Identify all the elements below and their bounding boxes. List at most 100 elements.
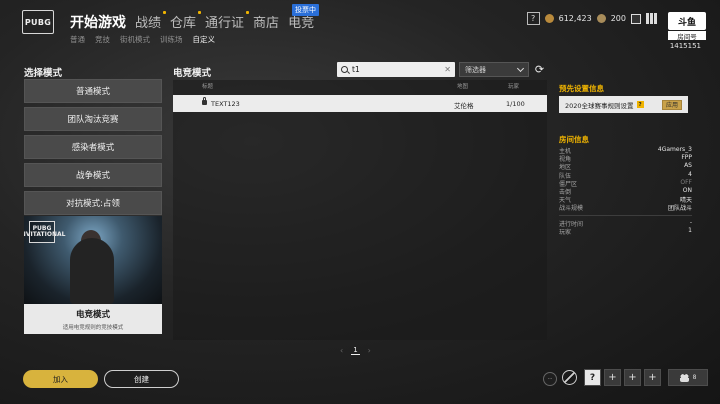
info-row: 玩家 1 <box>559 226 692 236</box>
info-row: 进行时间 - <box>559 218 692 228</box>
info-value: ON <box>682 186 692 194</box>
squad-invite-slot[interactable]: + <box>604 369 621 386</box>
room-label: 房间号 <box>668 31 706 41</box>
info-row: 击倒 ON <box>559 186 692 196</box>
promo-character <box>70 238 114 304</box>
g-coin-amount: 200 <box>610 14 626 23</box>
sub-nav-item[interactable]: 竞技 <box>95 34 110 45</box>
apply-button[interactable]: 应用 <box>661 99 682 110</box>
g-coin-icon <box>596 14 606 23</box>
table-row[interactable]: TEXT123 艾伦格 1/100 <box>173 95 547 112</box>
info-key: 战斗规模 <box>559 205 584 213</box>
help-icon[interactable]: ? <box>526 12 540 25</box>
room-info-list: 主机 4Gamers_3 视角 FPP 地区 AS 队伍 4 僵尸区 OFF 击倒 ON 天气 晴天 战斗规… <box>559 146 692 236</box>
main-nav-item[interactable]: 开始游戏 <box>70 12 126 32</box>
next-page-button[interactable]: › <box>368 346 371 355</box>
top-right-status: ? 612,423 200 <box>526 12 658 25</box>
info-value: 1 <box>688 226 692 234</box>
info-divider <box>559 214 692 216</box>
notification-dot <box>246 11 250 14</box>
filter-label: 筛选器 <box>465 65 486 74</box>
info-value: FPP <box>681 154 692 162</box>
preset-value: 2020全球赛事规则设置 <box>565 101 634 110</box>
pager: ‹ 1 › <box>340 346 371 355</box>
search-box[interactable]: ✕ <box>337 62 455 77</box>
prev-page-button[interactable]: ‹ <box>340 346 343 355</box>
sub-nav-item[interactable]: 街机模式 <box>120 34 150 45</box>
search-icon <box>341 66 348 73</box>
mode-button[interactable]: 对抗模式:占领 <box>24 191 162 215</box>
center-title: 电竞模式 <box>173 68 212 79</box>
main-nav: 开始游戏 战绩 仓库 通行证 商店 电竞 <box>70 11 314 32</box>
info-value: AS <box>684 162 692 170</box>
friends-button[interactable]: 8 <box>668 369 708 386</box>
join-button[interactable]: 加入 <box>23 370 98 388</box>
lock-icon <box>202 97 207 105</box>
room-number: 1415151 <box>669 42 701 50</box>
info-row: 天气 晴天 <box>559 195 692 204</box>
create-button[interactable]: 创建 <box>104 370 179 388</box>
info-value: OFF <box>680 178 692 186</box>
people-icon <box>679 373 689 382</box>
current-page[interactable]: 1 <box>351 346 360 355</box>
squad-slot-self[interactable]: ? <box>584 369 601 386</box>
menu-grid-icon[interactable] <box>646 13 658 24</box>
main-nav-item[interactable]: 仓库 <box>170 11 202 31</box>
mode-button[interactable]: 感染者模式 <box>24 135 162 159</box>
mode-button[interactable]: 战争模式 <box>24 163 162 187</box>
squad-invite-slot[interactable]: + <box>624 369 641 386</box>
main-nav-item[interactable]: 战绩 <box>135 11 167 31</box>
info-row: 视角 FPP <box>559 154 692 163</box>
streamer-logo: 斗鱼 <box>668 12 706 30</box>
main-nav-item[interactable]: 通行证 <box>205 11 250 31</box>
mic-muted-icon[interactable] <box>562 370 577 385</box>
promo-artwork: PUBG INVITATIONAL <box>24 216 162 304</box>
chat-icon[interactable]: ··· <box>543 372 557 386</box>
vote-badge: 投票中 <box>292 4 319 16</box>
friends-count: 8 <box>692 374 697 381</box>
search-input[interactable] <box>352 65 445 74</box>
sub-nav-item[interactable]: 自定义 <box>193 34 216 45</box>
mode-button[interactable]: 普通模式 <box>24 79 162 103</box>
row-map: 艾伦格 <box>454 102 474 110</box>
sub-nav-item[interactable]: 普通 <box>70 34 85 45</box>
promo-mode-name: 电竞模式 <box>75 310 110 320</box>
row-title: TEXT123 <box>211 100 240 108</box>
bp-amount: 612,423 <box>558 14 592 23</box>
squad-bar: ? + + + <box>584 369 661 386</box>
refresh-icon[interactable]: ⟳ <box>533 63 546 76</box>
main-nav-item[interactable]: 商店 <box>253 12 279 31</box>
preset-selector[interactable]: 2020全球赛事规则设置 ? 应用 <box>559 96 688 113</box>
col-title: 标题 <box>202 84 214 90</box>
notification-dot <box>198 11 202 14</box>
room-table: 标题 地图 玩家 TEXT123 艾伦格 1/100 <box>173 80 547 340</box>
info-row: 地区 AS <box>559 162 692 171</box>
col-map: 地图 <box>457 84 469 90</box>
sub-nav: 普通 竞技 街机模式 训练场 自定义 <box>70 34 215 45</box>
info-value: 4 <box>688 170 692 178</box>
row-players: 1/100 <box>506 100 525 108</box>
col-players: 玩家 <box>508 84 520 90</box>
room-info-title: 房间信息 <box>559 135 589 144</box>
question-icon[interactable]: ? <box>636 101 644 108</box>
sub-nav-item[interactable]: 训练场 <box>160 34 183 45</box>
chevron-down-icon <box>516 64 525 72</box>
select-mode-title: 选择模式 <box>24 68 63 79</box>
info-value: - <box>689 218 692 226</box>
pubg-invitational-badge: PUBG INVITATIONAL <box>24 221 65 243</box>
table-header: 标题 地图 玩家 <box>173 82 547 92</box>
preset-title: 预先设置信息 <box>559 84 604 93</box>
promo-mode-desc: 适用电竞规则的竞技模式 <box>62 325 124 331</box>
info-key: 玩家 <box>559 228 572 236</box>
crate-icon[interactable] <box>631 13 641 24</box>
mode-promo-card[interactable]: PUBG INVITATIONAL 电竞模式 适用电竞规则的竞技模式 <box>24 216 162 334</box>
notification-dot <box>163 11 167 14</box>
squad-invite-slot[interactable]: + <box>644 369 661 386</box>
info-row: 主机 4Gamers_3 <box>559 146 692 155</box>
info-value: 团队战斗 <box>667 205 692 213</box>
info-row: 战斗规模 团队战斗 <box>559 203 692 213</box>
clear-icon[interactable]: ✕ <box>444 65 451 74</box>
bp-coin-icon <box>544 14 554 23</box>
mode-button[interactable]: 团队淘汰竞赛 <box>24 107 162 131</box>
filter-dropdown[interactable]: 筛选器 <box>459 62 529 77</box>
